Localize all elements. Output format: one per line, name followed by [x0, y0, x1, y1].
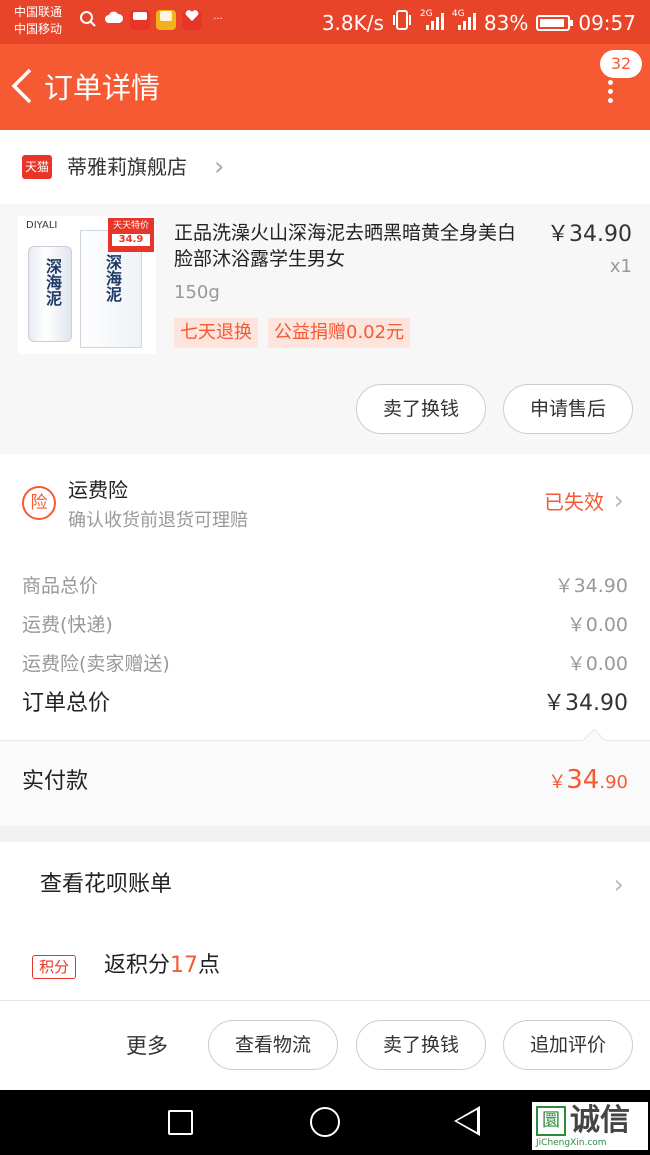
paid-amount-row: 实付款 ￥34.90 — [0, 728, 650, 826]
sell-for-cash-button-bottom[interactable]: 卖了换钱 — [356, 1020, 486, 1070]
watermark-text: 诚信 — [570, 1103, 630, 1138]
row-value: ￥0.00 — [566, 653, 628, 675]
signal-icon-1: 2G — [419, 9, 444, 34]
product-spec: 150g — [174, 282, 220, 303]
chevron-right-icon: › — [613, 486, 624, 516]
clock: 09:57 — [578, 10, 636, 35]
charity-tag: 公益捐赠0.02元 — [268, 318, 411, 348]
watermark-sub: JiChengXin.com — [536, 1138, 607, 1148]
row-label: 运费险(卖家赠送) — [22, 653, 170, 675]
summary-row-insurance: 运费险(卖家赠送) ￥0.00 — [22, 650, 628, 678]
sell-for-cash-button[interactable]: 卖了换钱 — [356, 384, 486, 434]
row-label: 运费(快递) — [22, 614, 113, 636]
insurance-subtitle: 确认收货前退货可理赔 — [68, 510, 248, 531]
order-summary: 险 运费险 确认收货前退货可理赔 已失效 › 商品总价 ￥34.90 运费(快递… — [0, 454, 650, 740]
action-bar: 更多 查看物流 卖了换钱 追加评价 — [0, 1000, 650, 1090]
deal-label: 天天特价 — [112, 221, 149, 231]
thumb-glyph-1: 深海泥 — [43, 258, 62, 306]
system-back-icon[interactable] — [454, 1106, 480, 1136]
signal-icon-2: 4G — [451, 9, 476, 34]
network-type-1: 2G — [419, 9, 433, 19]
store-name[interactable]: 蒂雅莉旗舰店 — [67, 152, 187, 182]
cloud-icon — [104, 10, 124, 30]
chevron-right-icon: › — [214, 152, 225, 182]
row-value: ￥0.00 — [566, 614, 628, 636]
chevron-right-icon: › — [613, 870, 624, 900]
amount-integer: 34 — [566, 765, 600, 795]
insurance-status[interactable]: 已失效 — [544, 488, 604, 516]
view-logistics-button[interactable]: 查看物流 — [208, 1020, 338, 1070]
paid-label: 实付款 — [22, 769, 89, 794]
total-value: ￥34.90 — [543, 691, 628, 716]
carrier-1: 中国联通 — [14, 5, 63, 19]
thumb-glyph-2: 深海泥 — [103, 254, 122, 302]
product-title[interactable]: 正品洗澡火山深海泥去晒黑暗黄全身美白脸部沐浴露学生男女 — [174, 220, 524, 272]
service-tags: 七天退换 公益捐赠0.02元 — [174, 318, 411, 348]
network-type-2: 4G — [451, 9, 465, 19]
product-card[interactable]: DIYALI 深海泥 深海泥 天天特价 34.9 正品洗澡火山深海泥去晒黑暗黄全… — [0, 204, 650, 454]
deal-price: 34.9 — [112, 234, 150, 246]
net-speed: 3.8K/s — [321, 10, 384, 35]
vibrate-icon — [392, 9, 412, 36]
insurance-title[interactable]: 运费险 — [68, 476, 128, 504]
navigation-bar: 订单详情 32 — [0, 44, 650, 130]
row-label: 商品总价 — [22, 575, 99, 597]
product-thumbnail[interactable]: DIYALI 深海泥 深海泥 天天特价 34.9 — [18, 216, 156, 354]
summary-row-shipping: 运费(快递) ￥0.00 — [22, 611, 628, 639]
return-tag: 七天退换 — [174, 318, 258, 348]
recents-icon[interactable] — [168, 1110, 193, 1135]
home-icon[interactable] — [310, 1107, 340, 1137]
heart-app-icon — [182, 10, 202, 30]
product-quantity: x1 — [609, 256, 632, 277]
back-icon[interactable] — [8, 66, 36, 115]
app-notification-icon-2 — [156, 10, 176, 30]
status-bar: 中国联通 中国移动 ··· 3.8K/s 2G 4G 83% 09:57 — [0, 0, 650, 44]
watermark-box: 圜 — [536, 1106, 566, 1136]
store-row[interactable]: 天猫 蒂雅莉旗舰店 › — [0, 130, 650, 204]
more-button[interactable]: 更多 — [126, 1031, 168, 1061]
points-icon: 积分 — [32, 955, 76, 979]
deal-badge: 天天特价 34.9 — [108, 218, 154, 252]
battery-percent: 83% — [483, 10, 529, 35]
carrier-labels: 中国联通 中国移动 — [14, 4, 62, 38]
shipping-insurance-icon: 险 — [22, 486, 56, 520]
row-value: ￥34.90 — [554, 575, 628, 597]
summary-row-total: 订单总价 ￥34.90 — [22, 690, 628, 718]
message-count-badge[interactable]: 32 — [600, 50, 642, 78]
after-sale-button[interactable]: 申请售后 — [503, 384, 633, 434]
summary-row-goods: 商品总价 ￥34.90 — [22, 572, 628, 600]
thumb-brand: DIYALI — [26, 220, 58, 231]
points-reward: 返积分17点 — [104, 950, 220, 982]
app-notification-icon — [130, 10, 150, 30]
page-title: 订单详情 — [44, 71, 161, 105]
currency-symbol: ￥ — [548, 772, 567, 793]
notification-icons: ··· — [78, 10, 228, 30]
more-menu-icon[interactable] — [608, 80, 614, 104]
add-review-button[interactable]: 追加评价 — [503, 1020, 633, 1070]
system-navigation-bar: 圜 诚信 JiChengXin.com — [0, 1090, 650, 1155]
points-count: 17 — [170, 953, 199, 978]
search-icon — [78, 10, 98, 30]
amount-decimal: .90 — [599, 772, 628, 793]
points-prefix: 返积分 — [104, 953, 171, 978]
extra-section: 查看花呗账单 › 积分 返积分17点 — [0, 842, 650, 1000]
more-notifications-icon: ··· — [213, 14, 223, 25]
points-suffix: 点 — [198, 953, 221, 978]
paid-amount: ￥34.90 — [548, 765, 628, 795]
product-price: ￥34.90 — [547, 222, 632, 247]
status-right: 3.8K/s 2G 4G 83% 09:57 — [322, 9, 636, 36]
tmall-logo: 天猫 — [22, 155, 52, 179]
total-label: 订单总价 — [22, 691, 111, 716]
battery-icon — [536, 14, 574, 31]
carrier-2: 中国移动 — [14, 22, 63, 36]
watermark-logo: 圜 诚信 JiChengXin.com — [532, 1102, 648, 1150]
huabei-bill-link[interactable]: 查看花呗账单 — [40, 870, 172, 900]
